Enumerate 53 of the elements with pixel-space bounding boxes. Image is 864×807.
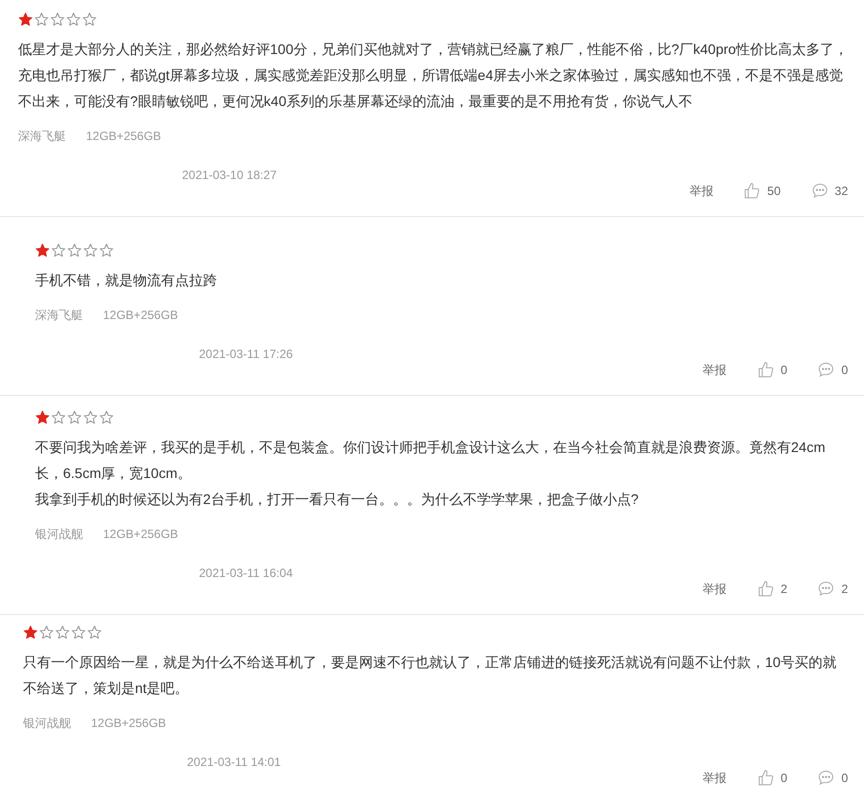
username: 银河战舰 — [23, 715, 71, 732]
comment-button[interactable]: 0 — [817, 361, 848, 379]
empty-star-icon — [87, 625, 102, 640]
report-link[interactable]: 举报 — [702, 361, 727, 379]
report-link[interactable]: 举报 — [689, 182, 714, 200]
empty-star-icon — [99, 410, 114, 425]
empty-star-icon — [99, 243, 114, 258]
product-variant: 12GB+256GB — [103, 526, 178, 543]
empty-star-icon — [66, 12, 81, 27]
like-button[interactable]: 50 — [743, 182, 781, 200]
thumbs-up-icon — [756, 580, 775, 598]
thumbs-up-icon — [756, 769, 775, 787]
like-button[interactable]: 0 — [756, 361, 788, 379]
speech-bubble-icon — [817, 769, 836, 787]
comment-button[interactable]: 2 — [817, 580, 848, 598]
empty-star-icon — [82, 12, 97, 27]
review-text: 低星才是大部分人的关注，那必然给好评100分，兄弟们买他就对了，营销就已经赢了粮厂，性能不俗，比?厂k40pro性价比高太多了，充电也吊打猴厂，都说gt屏幕多垃圾，属实感觉差距没那么明显，所谓低端e4屏去小米之家体验过，属实感知也不强，不是不强是感觉不出来，可能没有?眼睛敏锐吧，更何况k40系列的乐基屏幕还绿的流油，最重要的是不用抢有货，你说气人不 — [18, 40, 848, 111]
report-link[interactable]: 举报 — [702, 580, 727, 598]
comment-button[interactable]: 0 — [817, 769, 848, 787]
username: 银河战舰 — [35, 526, 83, 543]
filled-star-icon — [35, 243, 50, 258]
username: 深海飞艇 — [35, 307, 83, 324]
report-link[interactable]: 举报 — [702, 769, 727, 787]
empty-star-icon — [50, 12, 65, 27]
thumbs-up-icon — [756, 361, 775, 379]
review-date: 2021-03-11 17:26 — [199, 347, 293, 361]
review-text: 不要问我为啥差评，我买的是手机，不是包装盒。你们设计师把手机盒设计这么大，在当今社会简直就是浪费资源。竟然有24cm长，6.5cm厚，宽10cm。 — [35, 438, 826, 483]
speech-bubble-icon — [817, 361, 836, 379]
review-text: 只有一个原因给一星，就是为什么不给送耳机了，要是网速不行也就认了，正常店铺进的链接死活就说有问题不让付款，10号买的就不给送了，策划是nt是吧。 — [23, 653, 838, 698]
empty-star-icon — [83, 410, 98, 425]
filled-star-icon — [18, 12, 33, 27]
speech-bubble-icon — [810, 182, 829, 200]
empty-star-icon — [55, 625, 70, 640]
product-variant: 12GB+256GB — [91, 715, 166, 732]
review-text: 我拿到手机的时候还以为有2台手机，打开一看只有一台。。。为什么不学学苹果，把盒子做小点? — [35, 490, 640, 509]
empty-star-icon — [71, 625, 86, 640]
product-variant: 12GB+256GB — [86, 128, 162, 145]
empty-star-icon — [67, 410, 82, 425]
review-date: 2021-03-10 18:27 — [182, 168, 277, 182]
review-text: 手机不错，就是物流有点拉跨 — [35, 271, 218, 290]
empty-star-icon — [67, 243, 82, 258]
filled-star-icon — [23, 625, 38, 640]
product-variant: 12GB+256GB — [103, 307, 178, 324]
review-date: 2021-03-11 14:01 — [187, 755, 281, 769]
speech-bubble-icon — [817, 580, 836, 598]
like-button[interactable]: 2 — [756, 580, 788, 598]
filled-star-icon — [35, 410, 50, 425]
like-button[interactable]: 0 — [756, 769, 788, 787]
username: 深海飞艇 — [18, 128, 66, 145]
comment-button[interactable]: 32 — [810, 182, 848, 200]
empty-star-icon — [83, 243, 98, 258]
review-date: 2021-03-11 16:04 — [199, 566, 293, 580]
thumbs-up-icon — [743, 182, 762, 200]
